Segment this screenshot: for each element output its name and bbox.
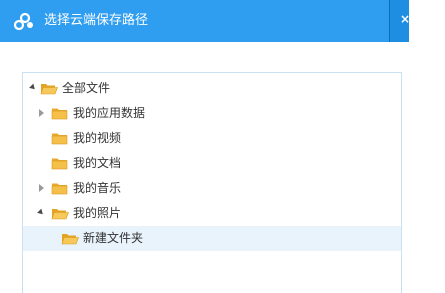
close-button[interactable]: × [399, 13, 411, 25]
tree-item-root[interactable]: 全部文件 [23, 76, 401, 101]
tree-item-documents[interactable]: 我的文档 [23, 151, 401, 176]
folder-icon [51, 158, 68, 170]
tree-item-label: 我的文档 [73, 156, 122, 170]
expand-toggle-icon[interactable] [39, 184, 44, 192]
tree-item-label: 我的照片 [73, 206, 122, 220]
folder-icon [51, 133, 68, 145]
folder-icon [51, 108, 68, 120]
tree-item-new-folder[interactable]: 新建文件夹 [23, 226, 401, 251]
tree-item-photos[interactable]: 我的照片 [23, 201, 401, 226]
tree-item-label: 我的视频 [73, 131, 122, 145]
tree-item-music[interactable]: 我的音乐 [23, 176, 401, 201]
collapse-toggle-icon[interactable] [37, 208, 45, 217]
expand-toggle-icon[interactable] [29, 83, 37, 92]
expand-toggle-icon[interactable] [39, 109, 44, 117]
tree-item-label: 新建文件夹 [83, 231, 144, 245]
dialog-titlebar: 选择云端保存路径 [0, 0, 408, 42]
folder-open-icon [61, 234, 79, 245]
folder-tree: 全部文件 我的应用数据 我的视频 我的文档 我的音乐 我的照片 新建文件夹 [22, 72, 402, 293]
tree-item-videos[interactable]: 我的视频 [23, 126, 401, 151]
baidu-cloud-logo-icon [14, 12, 33, 30]
folder-open-icon [51, 209, 69, 220]
dialog-title: 选择云端保存路径 [44, 13, 149, 28]
tree-item-label: 我的音乐 [73, 181, 122, 195]
folder-open-icon [40, 84, 58, 95]
folder-icon [51, 183, 68, 195]
tree-item-app-data[interactable]: 我的应用数据 [23, 101, 401, 126]
tree-item-label: 全部文件 [62, 81, 111, 95]
tree-item-label: 我的应用数据 [73, 106, 146, 120]
